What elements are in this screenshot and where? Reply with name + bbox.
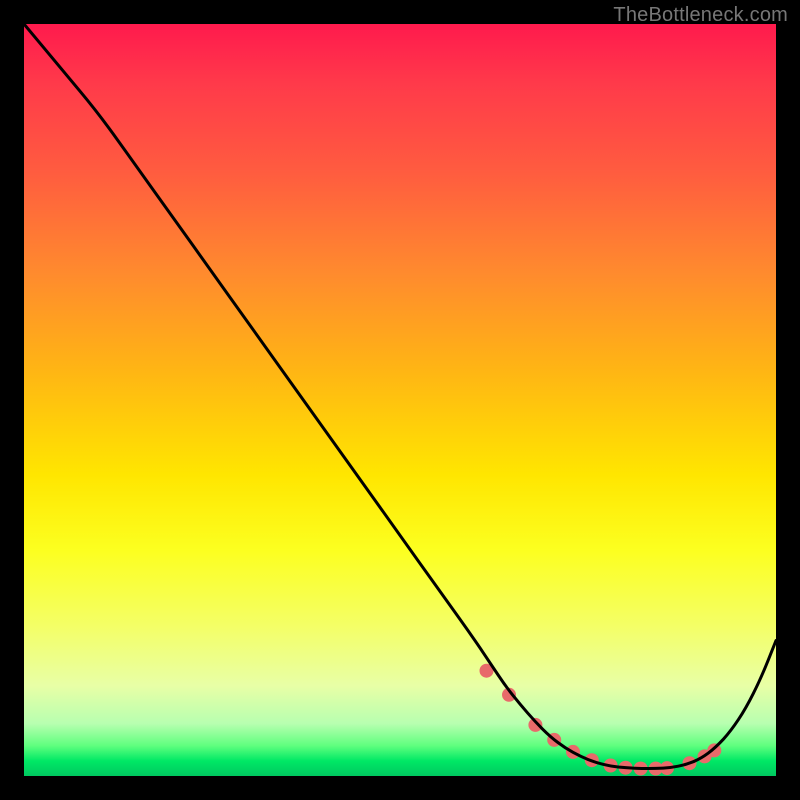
curve-line: [24, 24, 776, 769]
chart-frame: TheBottleneck.com: [0, 0, 800, 800]
chart-svg: [24, 24, 776, 776]
marker-dots: [480, 664, 722, 776]
plot-area: [24, 24, 776, 776]
watermark-text: TheBottleneck.com: [613, 4, 788, 27]
